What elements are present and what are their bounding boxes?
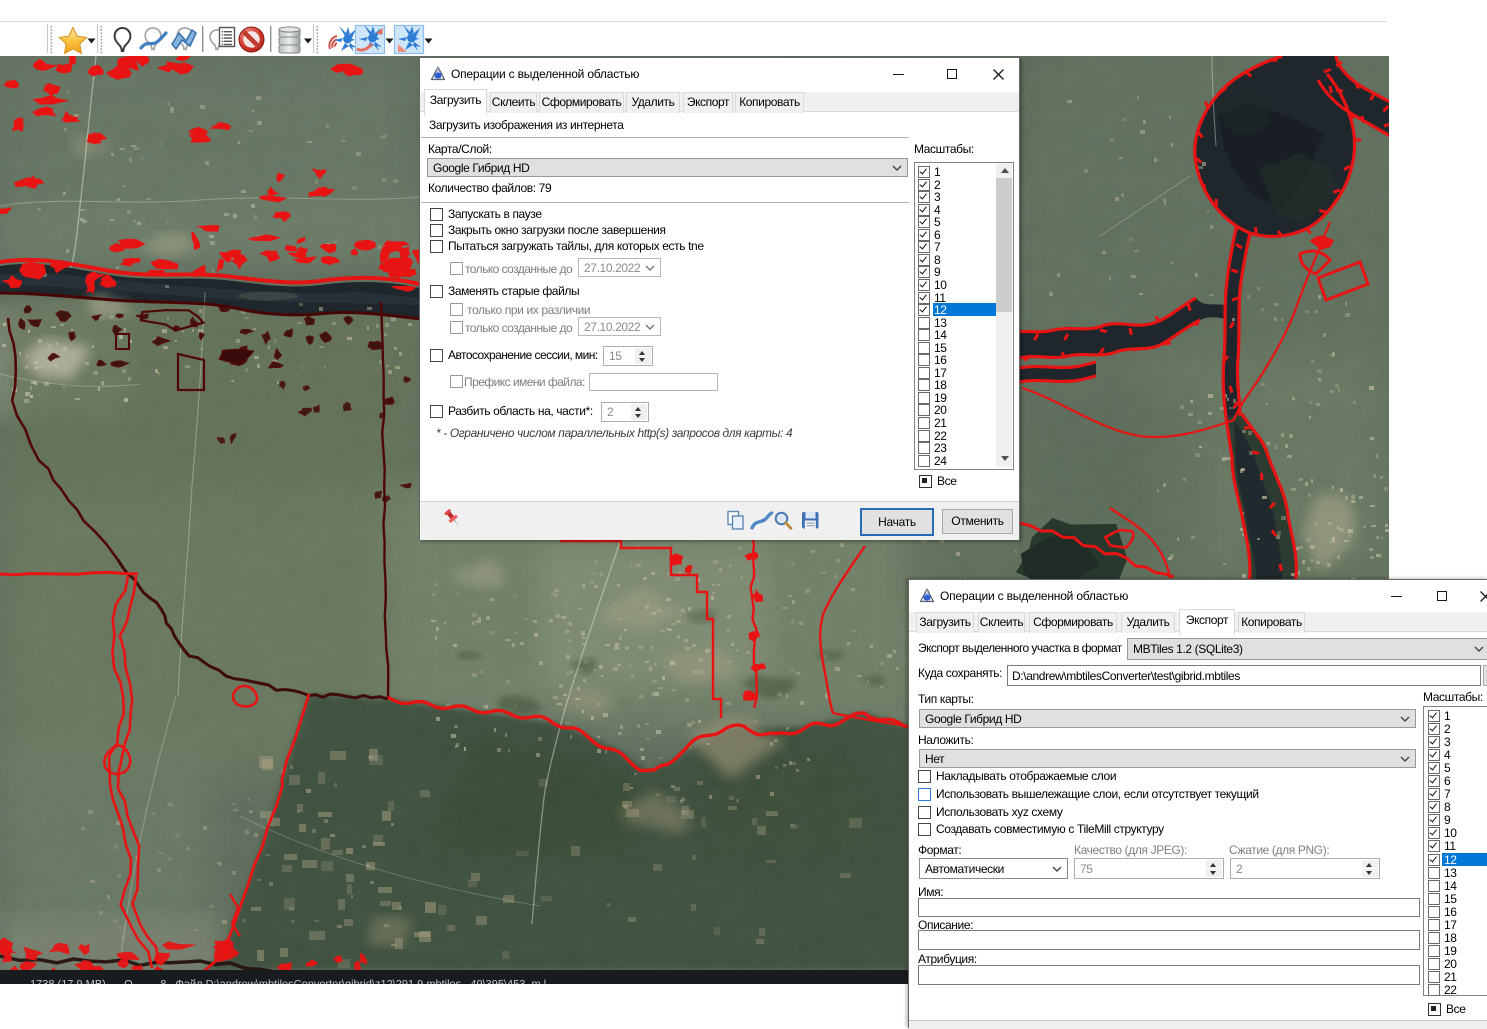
svg-text:1738 (17.9 MB) O: 1738 (17.9 MB) O 8 Файл D:\andrew\mbtile… xyxy=(30,979,546,985)
